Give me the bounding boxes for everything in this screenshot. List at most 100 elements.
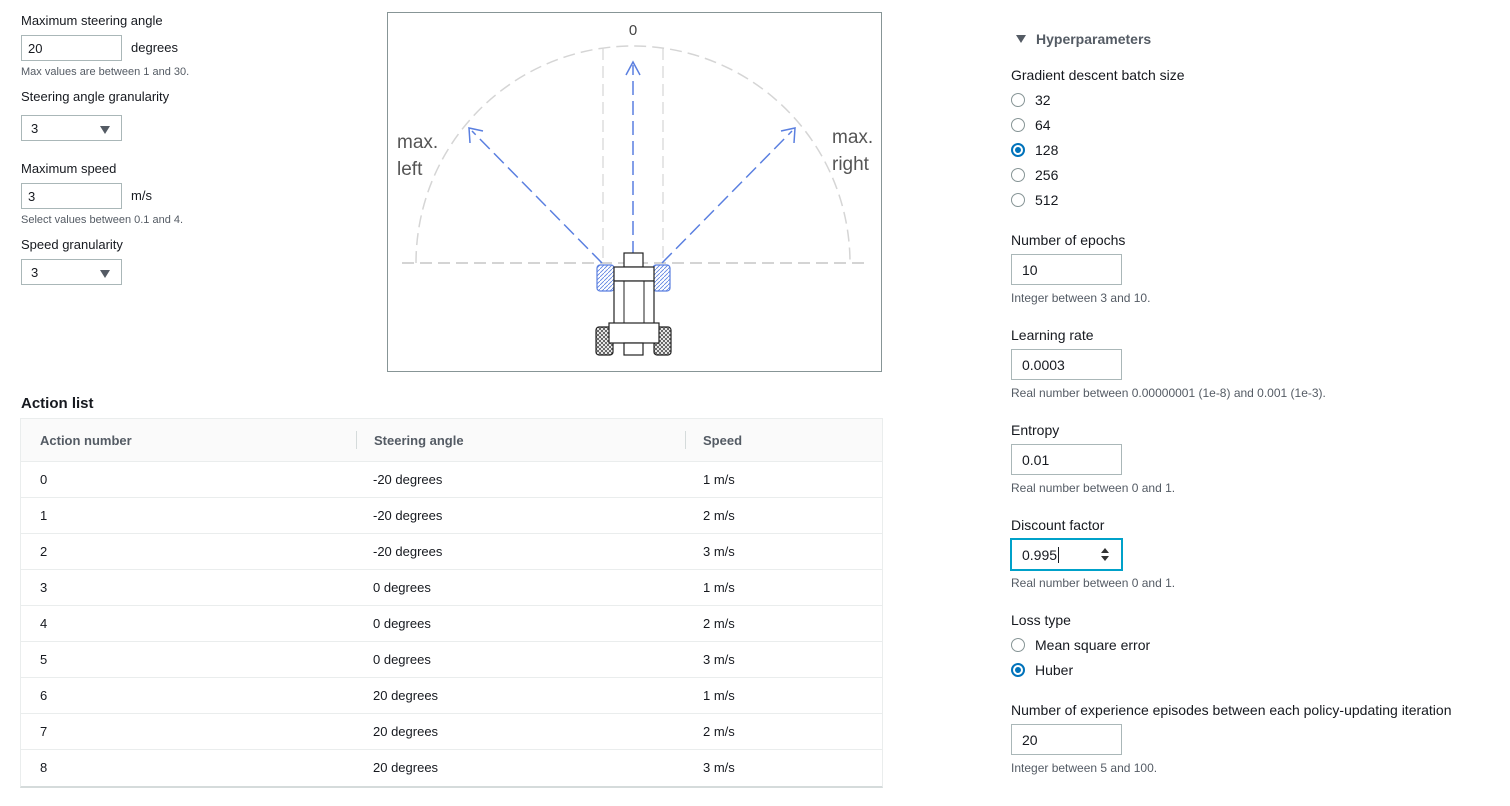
radio-icon — [1011, 192, 1025, 207]
batch-size-option-256[interactable]: 256 — [1011, 162, 1058, 187]
text-cursor — [1058, 546, 1060, 563]
cell-speed: 1 m/s — [703, 688, 735, 703]
cell-steering-angle: 0 degrees — [373, 616, 431, 631]
max-steering-input[interactable]: 20 — [21, 35, 122, 61]
action-space-svg: 0 max. left max. right — [397, 22, 873, 356]
label-zero: 0 — [629, 22, 637, 39]
discount-factor-input[interactable]: 0.995 — [1011, 539, 1122, 570]
caret-down-icon — [1016, 35, 1026, 43]
table-row: 1 -20 degrees 2 m/s — [21, 498, 882, 534]
radio-selected-icon — [1011, 662, 1025, 677]
cell-action-number: 6 — [40, 688, 48, 703]
table-row: 5 0 degrees 3 m/s — [21, 642, 882, 678]
hyperparameters-title: Hyperparameters — [1036, 31, 1152, 47]
epochs-label: Number of epochs — [1011, 232, 1126, 248]
action-list-table: Action number Steering angle Speed 0 -20… — [20, 418, 883, 788]
discount-factor-label: Discount factor — [1011, 517, 1105, 533]
loss-option-huber[interactable]: Huber — [1011, 657, 1150, 682]
radio-label: Huber — [1035, 661, 1074, 678]
learning-rate-hint: Real number between 0.00000001 (1e-8) an… — [1011, 386, 1326, 400]
cell-steering-angle: -20 degrees — [373, 544, 443, 559]
entropy-hint: Real number between 0 and 1. — [1011, 481, 1176, 495]
action-space-diagram: 0 max. left max. right — [387, 12, 882, 372]
table-row: 8 20 degrees 3 m/s — [21, 750, 882, 786]
episodes-input[interactable]: 20 — [1011, 724, 1122, 755]
max-steering-unit: degrees — [131, 40, 178, 55]
batch-size-radio-group: 32 64 128 256 512 — [1011, 87, 1058, 212]
max-speed-label: Maximum speed — [21, 161, 117, 176]
label-max-right-2: right — [832, 154, 870, 175]
radio-label: 256 — [1035, 166, 1059, 183]
radio-label: Mean square error — [1035, 636, 1151, 653]
radio-icon — [1011, 637, 1025, 652]
column-header-action-number: Action number — [40, 433, 132, 448]
batch-size-option-128[interactable]: 128 — [1011, 137, 1058, 162]
label-max-left-2: left — [397, 159, 423, 180]
radio-label: 64 — [1035, 116, 1051, 133]
column-header-steering-angle: Steering angle — [374, 433, 464, 448]
speed-granularity-select[interactable]: 3 — [21, 259, 122, 285]
radio-selected-icon — [1011, 142, 1025, 157]
cell-speed: 2 m/s — [703, 616, 735, 631]
episodes-hint: Integer between 5 and 100. — [1011, 761, 1158, 775]
spinner-up-icon[interactable] — [1101, 548, 1109, 553]
table-row: 2 -20 degrees 3 m/s — [21, 534, 882, 570]
action-list-title: Action list — [21, 395, 94, 412]
cell-action-number: 3 — [40, 580, 48, 595]
table-header: Action number Steering angle Speed — [21, 419, 882, 462]
loss-option-mse[interactable]: Mean square error — [1011, 632, 1150, 657]
loss-type-radio-group: Mean square error Huber — [1011, 632, 1150, 682]
batch-size-option-64[interactable]: 64 — [1011, 112, 1058, 137]
cell-steering-angle: -20 degrees — [373, 508, 443, 523]
cell-speed: 1 m/s — [703, 472, 735, 487]
caret-down-icon — [100, 126, 110, 134]
max-speed-input[interactable]: 3 — [21, 183, 122, 209]
table-row: 4 0 degrees 2 m/s — [21, 606, 882, 642]
entropy-input[interactable]: 0.01 — [1011, 444, 1122, 475]
batch-size-option-512[interactable]: 512 — [1011, 187, 1058, 212]
cell-steering-angle: 0 degrees — [373, 652, 431, 667]
arrow-right — [661, 130, 793, 264]
cell-speed: 2 m/s — [703, 508, 735, 523]
steering-granularity-value: 3 — [31, 120, 39, 136]
cell-speed: 3 m/s — [703, 544, 735, 559]
steering-granularity-label: Steering angle granularity — [21, 89, 170, 104]
entropy-label: Entropy — [1011, 422, 1060, 438]
episodes-label: Number of experience episodes between ea… — [1011, 702, 1452, 718]
learning-rate-input[interactable]: 0.0003 — [1011, 349, 1122, 380]
spinner-down-icon[interactable] — [1101, 556, 1109, 561]
max-steering-hint: Max values are between 1 and 30. — [21, 66, 190, 78]
epochs-input[interactable]: 10 — [1011, 254, 1122, 285]
speed-granularity-value: 3 — [31, 264, 39, 280]
cell-action-number: 8 — [40, 760, 48, 775]
column-header-speed: Speed — [703, 433, 743, 448]
cell-action-number: 2 — [40, 544, 48, 559]
hyperparameters-toggle[interactable]: Hyperparameters — [1016, 31, 1151, 47]
label-max-right-1: max. — [832, 127, 873, 148]
spinner-icon[interactable] — [1101, 548, 1109, 561]
radio-icon — [1011, 167, 1025, 182]
learning-rate-label: Learning rate — [1011, 327, 1094, 343]
max-speed-hint: Select values between 0.1 and 4. — [21, 214, 184, 226]
batch-size-option-32[interactable]: 32 — [1011, 87, 1058, 112]
radio-icon — [1011, 92, 1025, 107]
discount-factor-value: 0.995 — [1022, 546, 1058, 563]
car-icon — [595, 252, 672, 356]
radio-label: 512 — [1035, 191, 1059, 208]
cell-steering-angle: 20 degrees — [373, 760, 439, 775]
radio-label: 32 — [1035, 91, 1051, 108]
cell-action-number: 1 — [40, 508, 48, 523]
cell-speed: 3 m/s — [703, 760, 735, 775]
caret-down-icon — [100, 270, 110, 278]
epochs-hint: Integer between 3 and 10. — [1011, 291, 1151, 305]
cell-action-number: 5 — [40, 652, 48, 667]
radio-label: 128 — [1035, 141, 1059, 158]
steering-granularity-select[interactable]: 3 — [21, 115, 122, 141]
arrow-left — [471, 130, 603, 264]
cell-speed: 1 m/s — [703, 580, 735, 595]
discount-factor-hint: Real number between 0 and 1. — [1011, 576, 1176, 590]
cell-action-number: 0 — [40, 472, 48, 487]
cell-steering-angle: 20 degrees — [373, 724, 439, 739]
column-divider — [685, 431, 686, 449]
max-steering-label: Maximum steering angle — [21, 13, 163, 28]
